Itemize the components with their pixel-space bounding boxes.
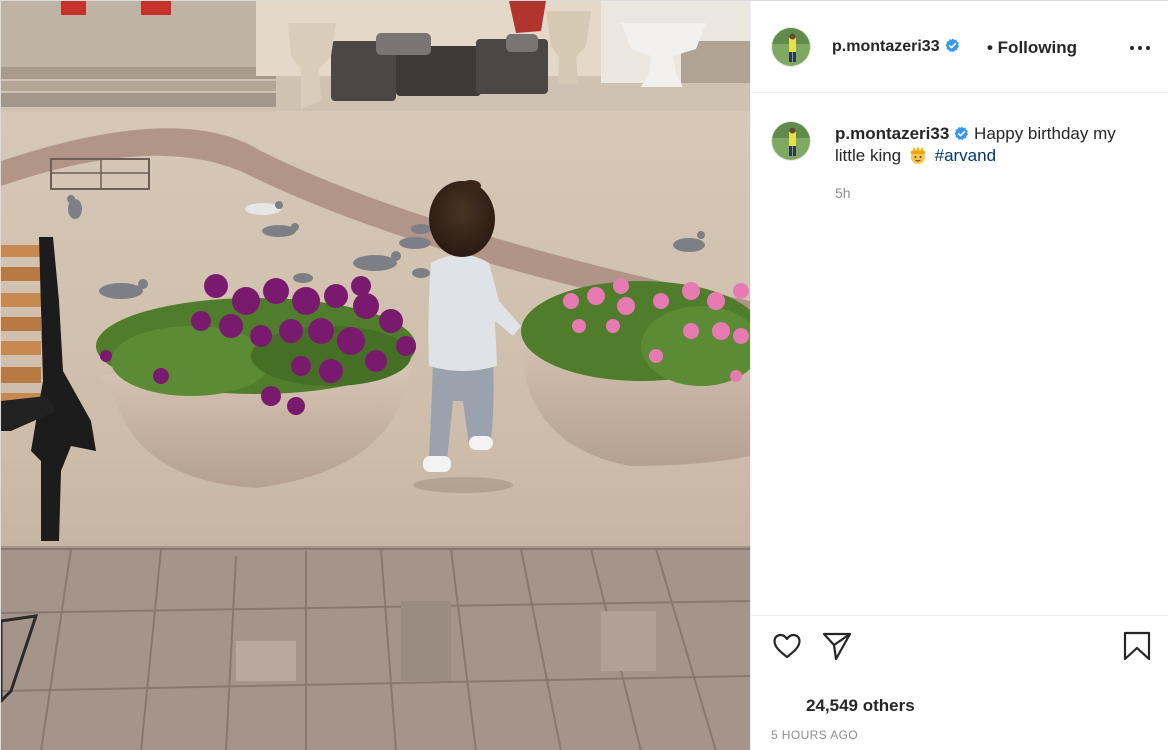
header-username[interactable]: p.montazeri33: [832, 38, 960, 56]
post-timestamp[interactable]: 5 HOURS AGO: [771, 728, 858, 742]
prince-emoji-icon: [910, 146, 925, 164]
more-dot: [1138, 46, 1142, 50]
heart-icon: [773, 633, 801, 659]
like-button[interactable]: [771, 630, 803, 662]
save-button[interactable]: [1121, 630, 1153, 662]
more-options-icon[interactable]: [1130, 37, 1150, 57]
caption-username[interactable]: p.montazeri33: [835, 124, 949, 143]
more-dot: [1146, 46, 1150, 50]
more-dot: [1130, 46, 1134, 50]
post-header: p.montazeri33 • Following: [751, 1, 1168, 93]
caption-text: p.montazeri33 Happy birthday my little k…: [835, 123, 1145, 167]
following-button[interactable]: • Following: [987, 38, 1077, 58]
verified-badge-icon: [954, 126, 969, 141]
share-button[interactable]: [821, 630, 853, 662]
paper-plane-icon: [822, 632, 852, 661]
caption-hashtag[interactable]: #arvand: [935, 146, 996, 165]
avatar-image: [772, 122, 810, 160]
bookmark-icon: [1123, 631, 1151, 661]
post-actions: 24,549 others 5 HOURS AGO: [751, 615, 1168, 750]
likes-count[interactable]: 24,549 others: [806, 696, 915, 716]
avatar[interactable]: [771, 27, 811, 67]
post-photo[interactable]: [1, 1, 750, 750]
verified-badge-icon: [945, 38, 959, 53]
post-side-panel: p.montazeri33 • Following p.montazeri33 …: [750, 1, 1168, 750]
post-modal: p.montazeri33 • Following p.montazeri33 …: [0, 0, 1168, 750]
header-username-text[interactable]: p.montazeri33: [832, 38, 940, 55]
caption-time-ago[interactable]: 5h: [835, 185, 851, 201]
caption-avatar[interactable]: [771, 121, 811, 161]
avatar-image: [772, 28, 810, 66]
photo-scene: [1, 1, 750, 750]
